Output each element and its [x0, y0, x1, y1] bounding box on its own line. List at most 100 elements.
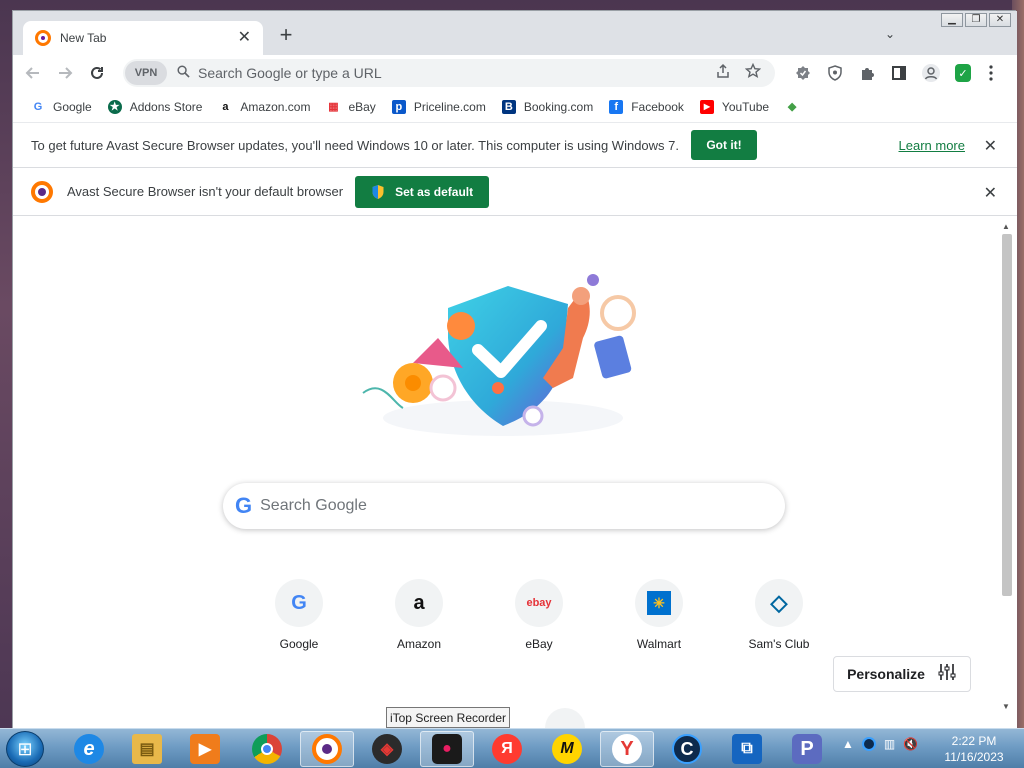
- bookmark-label: Amazon.com: [240, 99, 311, 114]
- windows-logo-icon: ⊞: [17, 738, 33, 759]
- clock-time: 2:22 PM: [951, 734, 997, 748]
- shortcut-google[interactable]: G Google: [239, 579, 359, 651]
- sliders-icon: [937, 662, 957, 687]
- taskbar-chrome[interactable]: [240, 731, 294, 767]
- bookmark-facebook[interactable]: f Facebook: [609, 99, 684, 114]
- extensions-puzzle-icon[interactable]: [855, 61, 879, 85]
- m-app-icon: M: [552, 734, 582, 764]
- taskbar-internet-explorer[interactable]: e: [62, 731, 116, 767]
- tab-new-tab[interactable]: New Tab ✕: [23, 21, 263, 55]
- scroll-down-arrow-icon[interactable]: ▼: [1002, 702, 1010, 711]
- tab-title: New Tab: [60, 31, 107, 45]
- folder-icon: ▤: [132, 734, 162, 764]
- ccleaner-icon: C: [672, 734, 702, 764]
- restore-button[interactable]: ❐: [965, 13, 987, 27]
- shortcut-partial-tile[interactable]: [545, 708, 585, 728]
- tab-strip: New Tab ✕ + ⌄ ▁ ❐ ✕: [13, 11, 1017, 55]
- shortcut-label: Amazon: [396, 637, 442, 651]
- bookmark-youtube[interactable]: ▶ YouTube: [699, 99, 770, 114]
- google-icon: G: [275, 579, 323, 627]
- minimize-button[interactable]: ▁: [941, 13, 963, 27]
- amazon-icon: a: [222, 100, 229, 113]
- page-scrollbar[interactable]: ▲ ▼: [999, 222, 1013, 714]
- walmart-icon: ✳: [635, 579, 683, 627]
- start-button[interactable]: ⊞: [6, 731, 44, 767]
- taskbar-recorder-app[interactable]: ◈: [360, 731, 414, 767]
- sams-club-icon: ◇: [755, 579, 803, 627]
- taskbar-remote-app[interactable]: ⧉: [720, 731, 774, 767]
- learn-more-link[interactable]: Learn more: [899, 138, 965, 153]
- taskbar-ccleaner[interactable]: C: [660, 731, 714, 767]
- close-infobar-icon[interactable]: ✕: [984, 136, 997, 156]
- system-clock[interactable]: 2:22 PM 11/16/2023: [936, 733, 1012, 765]
- taskbar-p-app[interactable]: P: [780, 731, 834, 767]
- vpn-button[interactable]: VPN: [125, 61, 167, 85]
- bookmark-ebay[interactable]: ▦ eBay: [326, 100, 376, 114]
- personalize-button[interactable]: Personalize: [833, 656, 971, 692]
- set-as-default-button[interactable]: Set as default: [355, 175, 490, 208]
- shield-outline-icon[interactable]: [823, 61, 847, 85]
- back-arrow-icon[interactable]: [21, 61, 45, 85]
- browser-toolbar: VPN Search Google or type a URL ✓: [13, 55, 1017, 91]
- google-icon: G: [33, 100, 43, 113]
- reload-icon[interactable]: [85, 61, 109, 85]
- shortcut-walmart[interactable]: ✳ Walmart: [599, 579, 719, 651]
- priceline-icon: p: [391, 99, 406, 114]
- bookmark-label: YouTube: [721, 99, 770, 114]
- shortcut-sams-club[interactable]: ◇ Sam's Club: [719, 579, 839, 651]
- taskbar-itop-screen-recorder[interactable]: ●: [420, 731, 474, 767]
- itop-screen-recorder-icon: ●: [432, 734, 462, 764]
- update-infobar: To get future Avast Secure Browser updat…: [13, 123, 1017, 168]
- show-hidden-icons-arrow-icon[interactable]: ▲: [842, 737, 854, 751]
- tab-close-icon[interactable]: ✕: [238, 30, 251, 46]
- bookmark-addons-store[interactable]: ★ Addons Store: [107, 99, 203, 114]
- window-controls: ▁ ❐ ✕: [939, 13, 1011, 27]
- privacy-badge-icon[interactable]: [791, 61, 815, 85]
- avast-security-shield-icon[interactable]: ✓: [955, 64, 971, 82]
- browser-window: New Tab ✕ + ⌄ ▁ ❐ ✕ VPN Search Google or…: [12, 10, 1017, 729]
- network-icon[interactable]: ▥: [884, 737, 895, 751]
- close-infobar-icon[interactable]: ✕: [984, 183, 997, 203]
- bookmark-amazon[interactable]: a Amazon.com: [218, 100, 310, 114]
- bookmark-priceline[interactable]: p Priceline.com: [391, 99, 486, 114]
- menu-kebab-icon[interactable]: [979, 61, 1003, 85]
- bookmark-booking[interactable]: B Booking.com: [501, 99, 594, 114]
- avast-browser-icon: [312, 734, 342, 764]
- got-it-button[interactable]: Got it!: [691, 130, 757, 160]
- default-browser-message: Avast Secure Browser isn't your default …: [67, 184, 344, 199]
- tray-app-icon[interactable]: [861, 737, 876, 751]
- scroll-up-arrow-icon[interactable]: ▲: [1002, 222, 1010, 231]
- forward-arrow-icon[interactable]: [53, 61, 77, 85]
- taskbar-yandex[interactable]: Я: [480, 731, 534, 767]
- green-app-icon: ◆: [787, 101, 797, 113]
- bookmark-label: Addons Store: [129, 99, 203, 114]
- volume-muted-icon[interactable]: 🔇: [903, 737, 918, 751]
- taskbar-media-player[interactable]: ▶: [178, 731, 232, 767]
- new-tab-button[interactable]: +: [275, 24, 297, 47]
- bookmark-label: Booking.com: [523, 99, 594, 114]
- shortcut-ebay[interactable]: ebay eBay: [479, 579, 599, 651]
- taskbar-m-app[interactable]: M: [540, 731, 594, 767]
- scrollbar-thumb[interactable]: [1002, 234, 1012, 596]
- omnibox-placeholder: Search Google or type a URL: [198, 65, 382, 81]
- default-browser-infobar: Avast Secure Browser isn't your default …: [13, 168, 1017, 216]
- taskbar-file-explorer[interactable]: ▤: [120, 731, 174, 767]
- address-bar[interactable]: VPN Search Google or type a URL: [123, 59, 775, 87]
- bookmark-google[interactable]: G Google: [31, 100, 92, 114]
- sidebar-panel-icon[interactable]: [887, 61, 911, 85]
- bookmark-star-icon[interactable]: [744, 62, 762, 83]
- shortcut-amazon[interactable]: a Amazon: [359, 579, 479, 651]
- tab-search-chevron-icon[interactable]: ⌄: [885, 27, 895, 41]
- uac-shield-icon: [372, 184, 384, 199]
- taskbar-avast-browser[interactable]: [300, 731, 354, 767]
- google-search-box[interactable]: G Search Google: [223, 483, 785, 529]
- profile-avatar-icon[interactable]: [919, 61, 943, 85]
- bookmark-extra[interactable]: ◆: [785, 100, 807, 114]
- youtube-icon: ▶: [699, 99, 714, 114]
- shortcut-label: Sam's Club: [748, 637, 810, 651]
- system-tray: ▲ ▥ 🔇: [842, 737, 926, 751]
- taskbar-yandex-browser[interactable]: Y: [600, 731, 654, 767]
- close-window-button[interactable]: ✕: [989, 13, 1011, 27]
- share-icon[interactable]: [715, 63, 731, 83]
- avast-logo-icon: [31, 180, 53, 203]
